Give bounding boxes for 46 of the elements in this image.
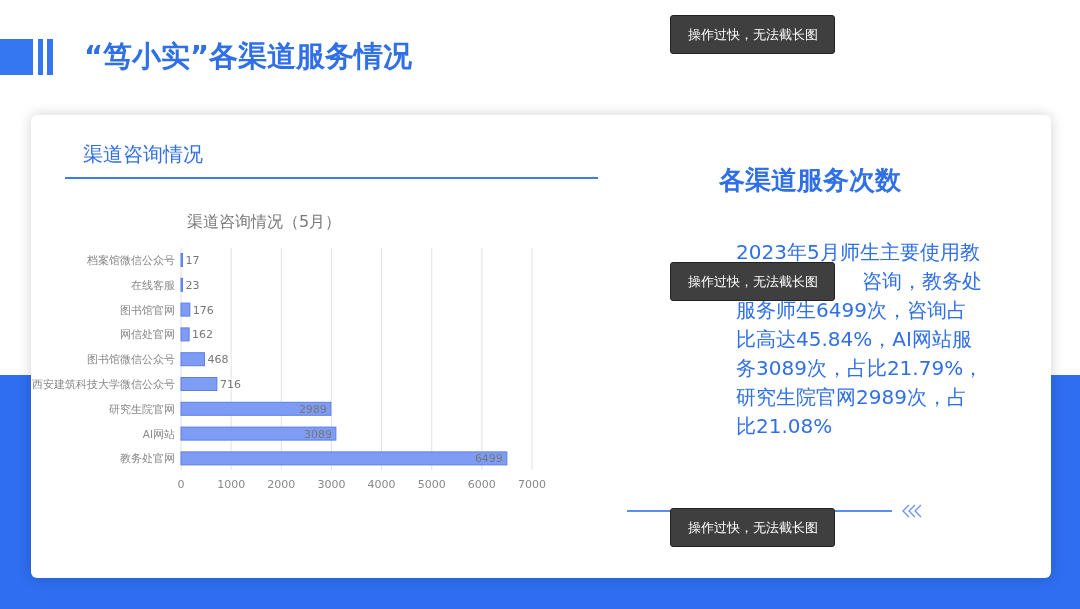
bar-value-label: 176: [192, 303, 214, 317]
category-label: 在线客服: [131, 278, 175, 291]
category-label: 研究生院官网: [109, 402, 175, 415]
summary-text-line: 务3089次，占比21.79%，: [736, 355, 984, 382]
bar-value-label: 162: [192, 328, 214, 342]
bar: [180, 327, 190, 342]
axis-tick-label: 1000: [217, 478, 246, 491]
category-label: 图书馆官网: [120, 303, 175, 316]
bar: [180, 302, 191, 317]
chevrons-icon: [902, 504, 924, 518]
bar-value-label: 3089: [303, 427, 332, 441]
category-label: 网信处官网: [120, 328, 175, 341]
summary-text-line: 比高达45.84%，AI网站服: [736, 326, 972, 353]
bar-value-label: 2989: [298, 402, 327, 416]
bar: [180, 377, 218, 391]
summary-text-line: 咨询，教务处: [862, 268, 982, 295]
toast-message: 操作过快，无法截长图: [670, 508, 835, 547]
category-label: 西安建筑科技大学微信公众号: [32, 378, 175, 390]
bar: [180, 352, 205, 367]
chart-title: 渠道咨询情况（5月）: [186, 212, 342, 231]
axis-tick-label: 4000: [367, 478, 396, 491]
category-label: 图书馆微信公众号: [87, 353, 175, 366]
category-label: 档案馆微信公众号: [87, 254, 175, 266]
bar-value-label: 17: [185, 254, 200, 267]
axis-tick-label: 6000: [467, 478, 496, 491]
axis-tick-label: 0: [177, 478, 185, 491]
bar-value-label: 23: [185, 278, 200, 292]
bar-value-label: 468: [207, 353, 229, 367]
summary-text-line: 比21.08%: [736, 413, 833, 440]
axis-tick-label: 7000: [518, 478, 546, 491]
toast-message: 操作过快，无法截长图: [670, 15, 835, 54]
section-title: 渠道咨询情况: [82, 141, 203, 168]
title-bars-icon: [0, 38, 54, 75]
category-label: AI网站: [142, 427, 175, 440]
toast-message: 操作过快，无法截长图: [670, 262, 835, 301]
bar-value-label: 716: [219, 378, 241, 391]
axis-tick-label: 3000: [317, 478, 346, 491]
bar-value-label: 6499: [474, 452, 503, 466]
axis-tick-label: 2000: [267, 478, 296, 491]
bar: [180, 253, 183, 267]
axis-tick-label: 5000: [417, 478, 446, 491]
category-label: 教务处官网: [120, 452, 175, 465]
slide-title: “笃小实”各渠道服务情况: [84, 37, 413, 75]
bar: [180, 277, 183, 292]
summary-heading: 各渠道服务次数: [719, 164, 901, 197]
summary-text-line: 研究生院官网2989次，占: [736, 384, 967, 411]
